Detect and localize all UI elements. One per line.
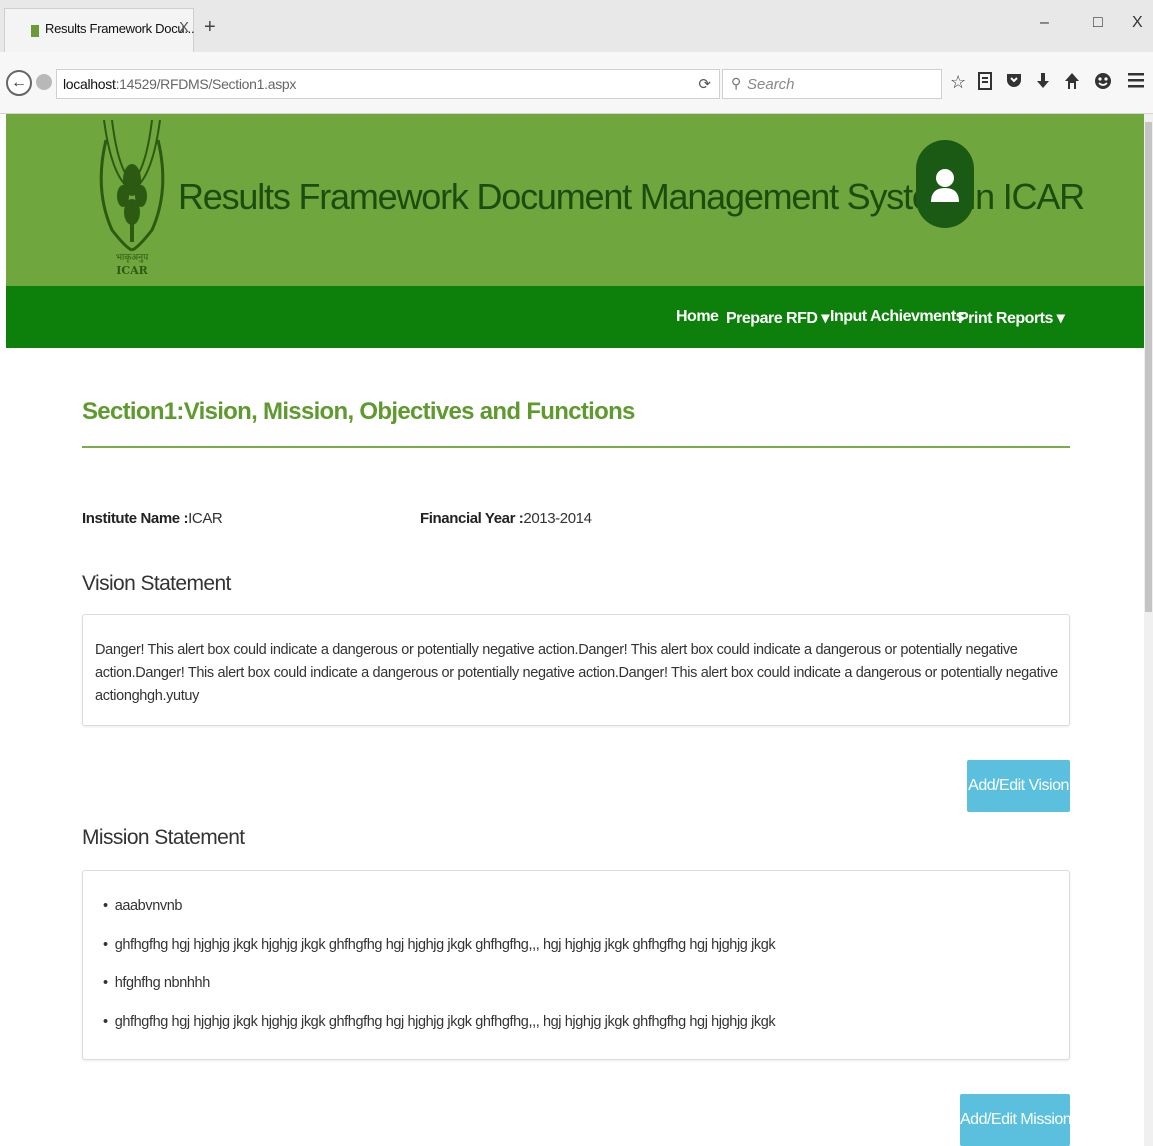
- bookmark-star-icon[interactable]: ☆: [950, 72, 966, 92]
- institute-label: Institute Name :: [82, 510, 189, 527]
- restore-button[interactable]: □: [1093, 14, 1103, 32]
- institute-name: Institute Name :ICAR: [82, 510, 223, 527]
- list-item: ghfhgfhg hgj hjghjg jkgk hjghjg jkgk ghf…: [103, 937, 776, 976]
- svg-text:भाकृअनुप: भाकृअनुप: [116, 253, 149, 263]
- pocket-icon[interactable]: [1006, 72, 1022, 92]
- menu-hamburger-icon[interactable]: [1128, 72, 1144, 92]
- browser-toolbar: ← localhost:14529/RFDMS/Section1.aspx ⟳ …: [0, 52, 1153, 114]
- minimize-button[interactable]: –: [1040, 14, 1049, 32]
- institute-value: ICAR: [188, 510, 223, 527]
- financial-year: Financial Year :2013-2014: [420, 510, 592, 527]
- extension-icon[interactable]: [1094, 72, 1112, 94]
- add-edit-mission-button[interactable]: Add/Edit Mission: [960, 1094, 1072, 1146]
- icar-logo: भाकृअनुप ICAR: [92, 119, 172, 286]
- menu-prepare-rfd[interactable]: Prepare RFD ▾: [726, 308, 829, 328]
- main-menu: Home Prepare RFD ▾ Input Achievments Pri…: [6, 286, 1144, 348]
- new-tab-button[interactable]: +: [204, 17, 216, 37]
- svg-text:ICAR: ICAR: [116, 264, 148, 277]
- browser-tab[interactable]: Results Framework Docu... X: [4, 8, 195, 52]
- add-edit-vision-button[interactable]: Add/Edit Vision: [967, 760, 1070, 812]
- tab-close-icon[interactable]: X: [179, 19, 189, 36]
- search-icon: ⚲: [731, 75, 742, 91]
- search-input[interactable]: ⚲ Search: [722, 69, 942, 99]
- close-window-button[interactable]: X: [1132, 14, 1143, 32]
- page-title: Section1:Vision, Mission, Objectives and…: [82, 398, 635, 425]
- mission-list: aaabvnvnb ghfhgfhg hgj hjghjg jkgk hjghj…: [103, 898, 776, 1053]
- search-placeholder: Search: [747, 76, 795, 93]
- list-item: ghfhgfhg hgj hjghjg jkgk hjghjg jkgk ghf…: [103, 1014, 776, 1053]
- user-avatar[interactable]: [916, 140, 974, 228]
- home-icon[interactable]: [1064, 72, 1080, 94]
- mission-panel: aaabvnvnb ghfhgfhg hgj hjghjg jkgk hjghj…: [82, 870, 1070, 1060]
- site-header: भाकृअनुप ICAR Results Framework Document…: [6, 114, 1144, 286]
- mission-heading: Mission Statement: [82, 826, 245, 849]
- back-arrow-icon[interactable]: ←: [6, 70, 32, 96]
- reading-list-icon[interactable]: [978, 72, 992, 94]
- year-value: 2013-2014: [523, 510, 592, 527]
- menu-print-reports[interactable]: Print Reports ▾: [958, 308, 1065, 328]
- title-divider: [82, 446, 1070, 448]
- favicon-icon: [31, 25, 39, 37]
- list-item: hfghfhg nbnhhh: [103, 975, 775, 1014]
- vision-heading: Vision Statement: [82, 572, 231, 595]
- address-bar[interactable]: localhost:14529/RFDMS/Section1.aspx ⟳: [56, 69, 720, 99]
- site-identity-icon[interactable]: [36, 74, 52, 90]
- tab-title: Results Framework Docu...: [45, 21, 195, 36]
- vision-text: Danger! This alert box could indicate a …: [95, 642, 1058, 704]
- menu-home[interactable]: Home: [676, 308, 719, 326]
- scrollbar-thumb[interactable]: [1145, 122, 1152, 612]
- year-label: Financial Year :: [420, 510, 524, 527]
- vision-panel: Danger! This alert box could indicate a …: [82, 614, 1070, 726]
- reload-icon[interactable]: ⟳: [698, 75, 711, 93]
- url-text: localhost:14529/RFDMS/Section1.aspx: [63, 76, 297, 92]
- list-item: aaabvnvnb: [103, 898, 775, 937]
- menu-input-achievements[interactable]: Input Achievments: [830, 308, 965, 326]
- browser-tab-bar: Results Framework Docu... X + – □ X: [0, 0, 1153, 52]
- download-icon[interactable]: [1036, 72, 1050, 94]
- page-scrollbar[interactable]: [1144, 114, 1153, 1146]
